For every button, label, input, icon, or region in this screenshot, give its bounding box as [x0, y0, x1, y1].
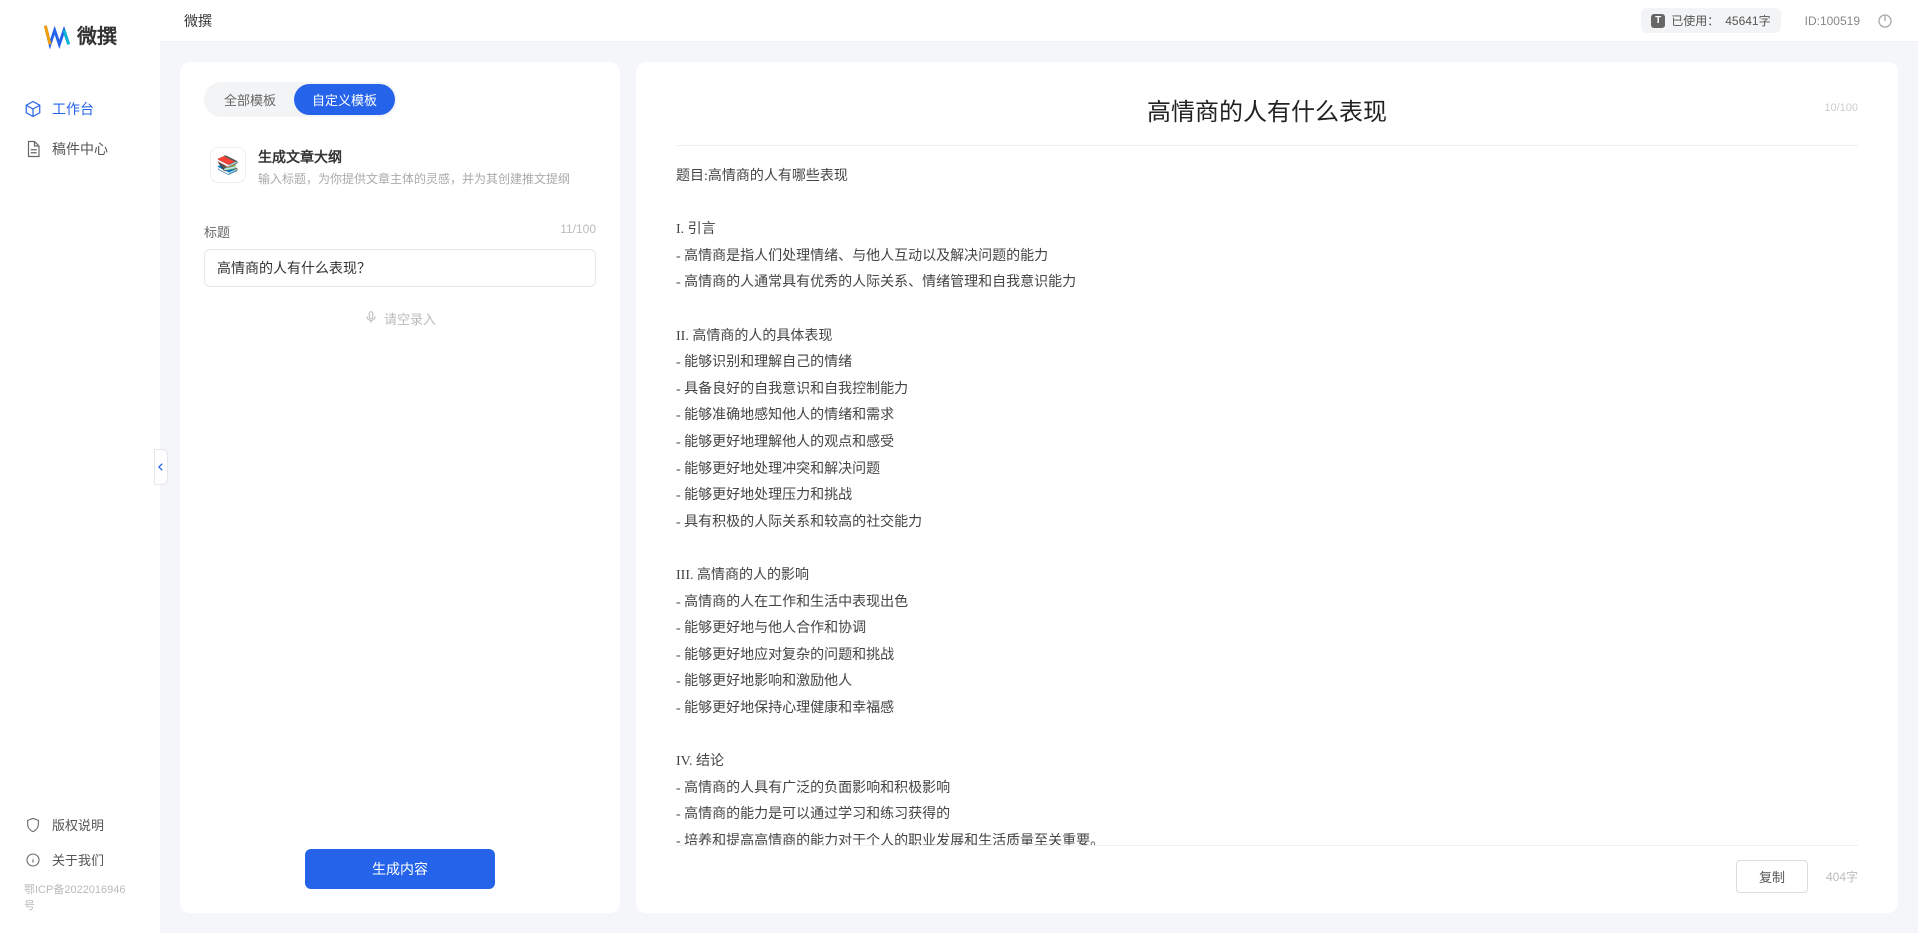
- sidebar-item-label: 版权说明: [52, 815, 104, 834]
- voice-label: 请空录入: [384, 309, 436, 328]
- output-title: 高情商的人有什么表现: [676, 92, 1858, 127]
- title-input[interactable]: [204, 249, 596, 287]
- sidebar-item-copyright[interactable]: 版权说明: [24, 807, 136, 842]
- template-tabs: 全部模板 自定义模板: [204, 82, 397, 117]
- template-desc: 输入标题，为你提供文章主体的灵感，并为其创建推文提纲: [258, 171, 590, 188]
- output-title-count: 10/100: [1824, 102, 1858, 114]
- topbar: 微撰 T 已使用： 45641字 ID:100519: [160, 0, 1918, 42]
- output-body: 题目:高情商的人有哪些表现 I. 引言 - 高情商是指人们处理情绪、与他人互动以…: [676, 164, 1858, 845]
- title-label: 标题: [204, 222, 230, 241]
- topbar-title: 微撰: [184, 11, 212, 31]
- template-card[interactable]: 📚 生成文章大纲 输入标题，为你提供文章主体的灵感，并为其创建推文提纲: [204, 137, 596, 198]
- text-icon: T: [1651, 14, 1665, 28]
- sidebar-item-workspace[interactable]: 工作台: [0, 89, 160, 129]
- sidebar-item-label: 稿件中心: [52, 139, 108, 159]
- cube-icon: [24, 100, 42, 118]
- sidebar-item-about[interactable]: 关于我们: [24, 842, 136, 877]
- power-icon[interactable]: [1876, 12, 1894, 30]
- nav: 工作台 稿件中心: [0, 89, 160, 807]
- sidebar-collapse-handle[interactable]: [154, 449, 168, 485]
- logo: 微撰: [0, 20, 160, 49]
- sidebar: 微撰 工作台 稿件中心 版权说明: [0, 0, 160, 933]
- mic-icon: [364, 310, 378, 327]
- left-panel: 全部模板 自定义模板 📚 生成文章大纲 输入标题，为你提供文章主体的灵感，并为其…: [180, 62, 620, 913]
- content: 全部模板 自定义模板 📚 生成文章大纲 输入标题，为你提供文章主体的灵感，并为其…: [160, 42, 1918, 933]
- sidebar-bottom: 版权说明 关于我们: [0, 807, 160, 877]
- logo-icon: [43, 21, 71, 49]
- sidebar-item-label: 工作台: [52, 99, 94, 119]
- generate-button[interactable]: 生成内容: [305, 849, 495, 889]
- tab-custom-templates[interactable]: 自定义模板: [294, 84, 395, 115]
- info-icon: [24, 851, 42, 869]
- tab-all-templates[interactable]: 全部模板: [206, 84, 294, 115]
- output-footer: 复制 404字: [676, 845, 1858, 893]
- right-panel: 高情商的人有什么表现 10/100 题目:高情商的人有哪些表现 I. 引言 - …: [636, 62, 1898, 913]
- voice-input-button[interactable]: 请空录入: [204, 309, 596, 328]
- file-icon: [24, 140, 42, 158]
- output-word-count: 404字: [1826, 868, 1858, 885]
- user-id: ID:100519: [1805, 14, 1860, 28]
- books-icon: 📚: [210, 147, 246, 183]
- sidebar-item-label: 关于我们: [52, 850, 104, 869]
- shield-icon: [24, 816, 42, 834]
- output-header: 高情商的人有什么表现 10/100: [676, 92, 1858, 146]
- copy-button[interactable]: 复制: [1736, 860, 1808, 893]
- title-field-section: 标题 11/100: [204, 222, 596, 287]
- usage-pill: T 已使用： 45641字: [1641, 8, 1780, 33]
- usage-label: 已使用：: [1671, 12, 1719, 29]
- main: 微撰 T 已使用： 45641字 ID:100519 全部模板 自定义模板: [160, 0, 1918, 933]
- logo-text: 微撰: [77, 20, 117, 49]
- icp-text: 鄂ICP备2022016946号: [0, 877, 160, 913]
- usage-value: 45641字: [1725, 12, 1770, 29]
- sidebar-item-docs[interactable]: 稿件中心: [0, 129, 160, 169]
- title-count: 11/100: [560, 222, 596, 241]
- template-title: 生成文章大纲: [258, 147, 590, 167]
